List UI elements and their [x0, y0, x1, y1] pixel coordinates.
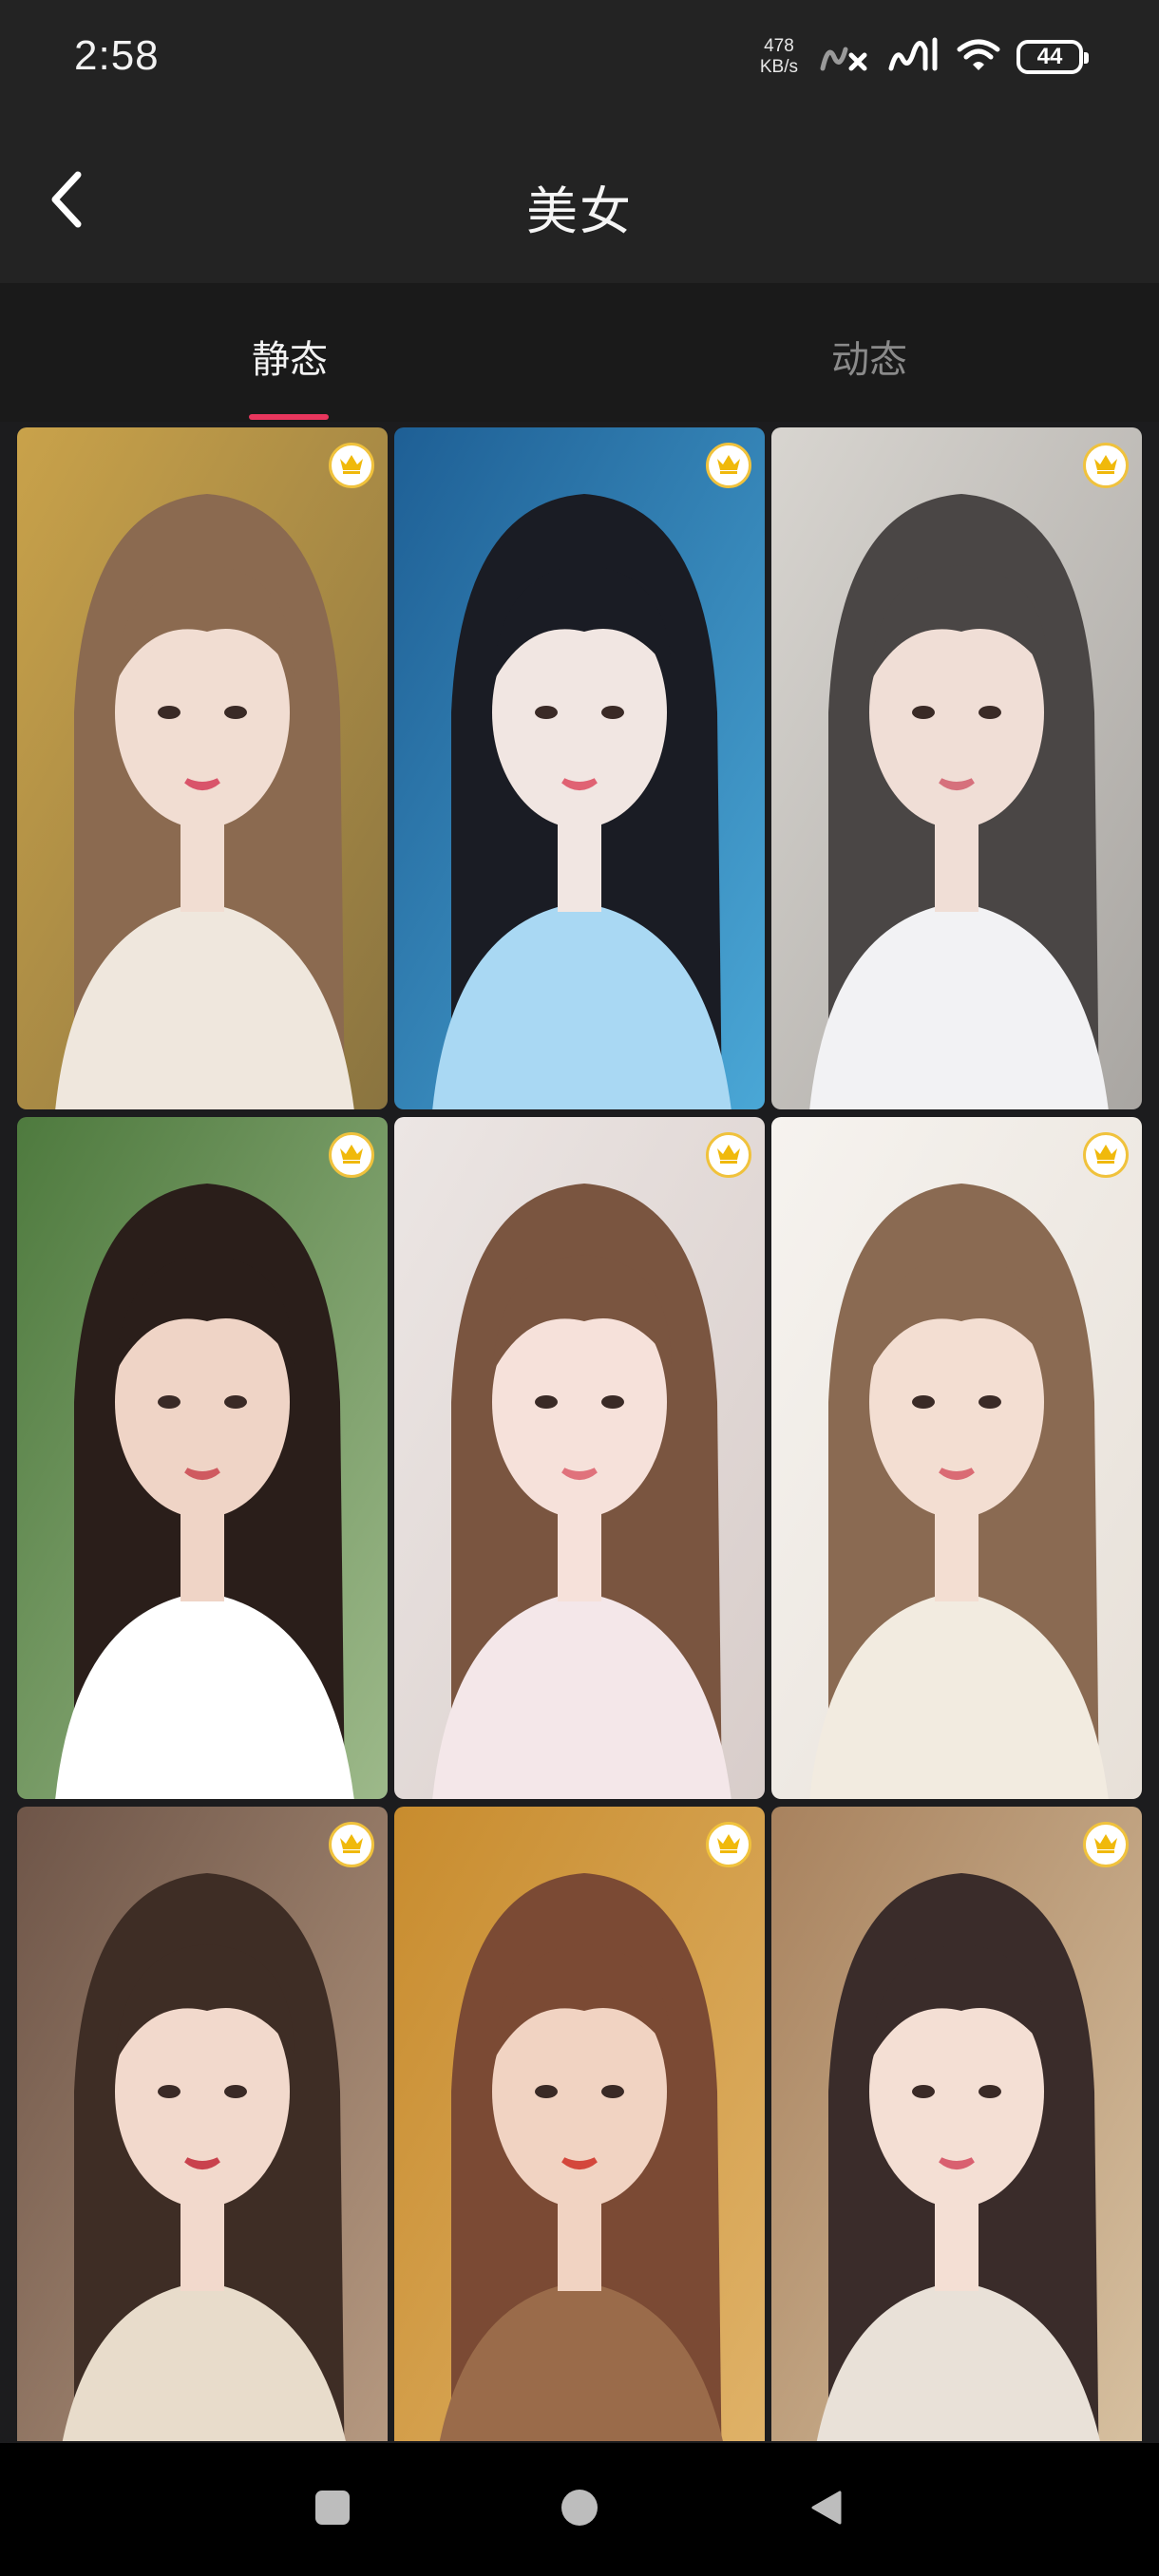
premium-crown-badge [1083, 443, 1129, 488]
tab-bar: 静态 动态 [0, 283, 1159, 422]
wifi-icon [956, 36, 1001, 79]
screen: 2:58 478 KB/s 44 美女 静态 动态 [0, 0, 1159, 2576]
system-back-button[interactable] [796, 2479, 857, 2540]
network-speed-value: 478 [764, 36, 794, 56]
wallpaper-thumbnail [394, 1117, 765, 1799]
status-time: 2:58 [74, 32, 160, 79]
tab-dynamic-label: 动态 [831, 339, 907, 381]
crown-icon [715, 1142, 742, 1169]
status-icons: 478 KB/s 44 [760, 28, 1089, 85]
home-button[interactable] [549, 2479, 610, 2540]
premium-crown-badge [706, 1822, 751, 1867]
crown-icon [1092, 1142, 1119, 1169]
app-bar: 美女 [0, 114, 1159, 283]
signal-strength-icon [887, 36, 940, 79]
premium-crown-badge [1083, 1132, 1129, 1178]
system-navigation-bar [0, 2443, 1159, 2576]
square-icon [314, 2489, 352, 2531]
wallpaper-thumbnail [17, 1117, 388, 1799]
wallpaper-thumbnail [17, 427, 388, 1109]
wallpaper-card[interactable] [394, 427, 765, 1109]
wallpaper-thumbnail [771, 1117, 1142, 1799]
tab-active-indicator [249, 414, 329, 420]
wallpaper-thumbnail [394, 1807, 765, 2441]
crown-icon [338, 1142, 365, 1169]
wallpaper-grid [17, 427, 1142, 2441]
premium-crown-badge [1083, 1822, 1129, 1867]
premium-crown-badge [706, 1132, 751, 1178]
wallpaper-card[interactable] [17, 427, 388, 1109]
crown-icon [338, 1831, 365, 1859]
tab-static[interactable]: 静态 [0, 283, 580, 422]
premium-crown-badge [329, 443, 374, 488]
wallpaper-card[interactable] [771, 427, 1142, 1109]
wallpaper-thumbnail [771, 427, 1142, 1109]
crown-icon [715, 1831, 742, 1859]
status-bar: 2:58 478 KB/s 44 [0, 0, 1159, 114]
tab-static-label: 静态 [252, 339, 328, 381]
battery-icon: 44 [1016, 40, 1089, 74]
premium-crown-badge [329, 1822, 374, 1867]
battery-level: 44 [1036, 44, 1063, 69]
crown-icon [715, 452, 742, 480]
crown-icon [1092, 452, 1119, 480]
wallpaper-card[interactable] [394, 1807, 765, 2441]
wallpaper-card[interactable] [771, 1117, 1142, 1799]
wallpaper-card[interactable] [17, 1117, 388, 1799]
page-title: 美女 [526, 183, 633, 240]
recents-button[interactable] [302, 2479, 363, 2540]
wallpaper-card[interactable] [771, 1807, 1142, 2441]
network-speed: 478 KB/s [760, 36, 798, 78]
circle-icon [560, 2488, 599, 2532]
wallpaper-thumbnail [771, 1807, 1142, 2441]
tab-dynamic[interactable]: 动态 [580, 283, 1159, 422]
premium-crown-badge [706, 443, 751, 488]
signal-muted-icon [819, 36, 872, 79]
premium-crown-badge [329, 1132, 374, 1178]
wallpaper-card[interactable] [17, 1807, 388, 2441]
triangle-back-icon [808, 2489, 846, 2531]
crown-icon [338, 452, 365, 480]
crown-icon [1092, 1831, 1119, 1859]
wallpaper-thumbnail [17, 1807, 388, 2441]
network-speed-unit: KB/s [759, 57, 798, 77]
wallpaper-thumbnail [394, 427, 765, 1109]
wallpaper-card[interactable] [394, 1117, 765, 1799]
